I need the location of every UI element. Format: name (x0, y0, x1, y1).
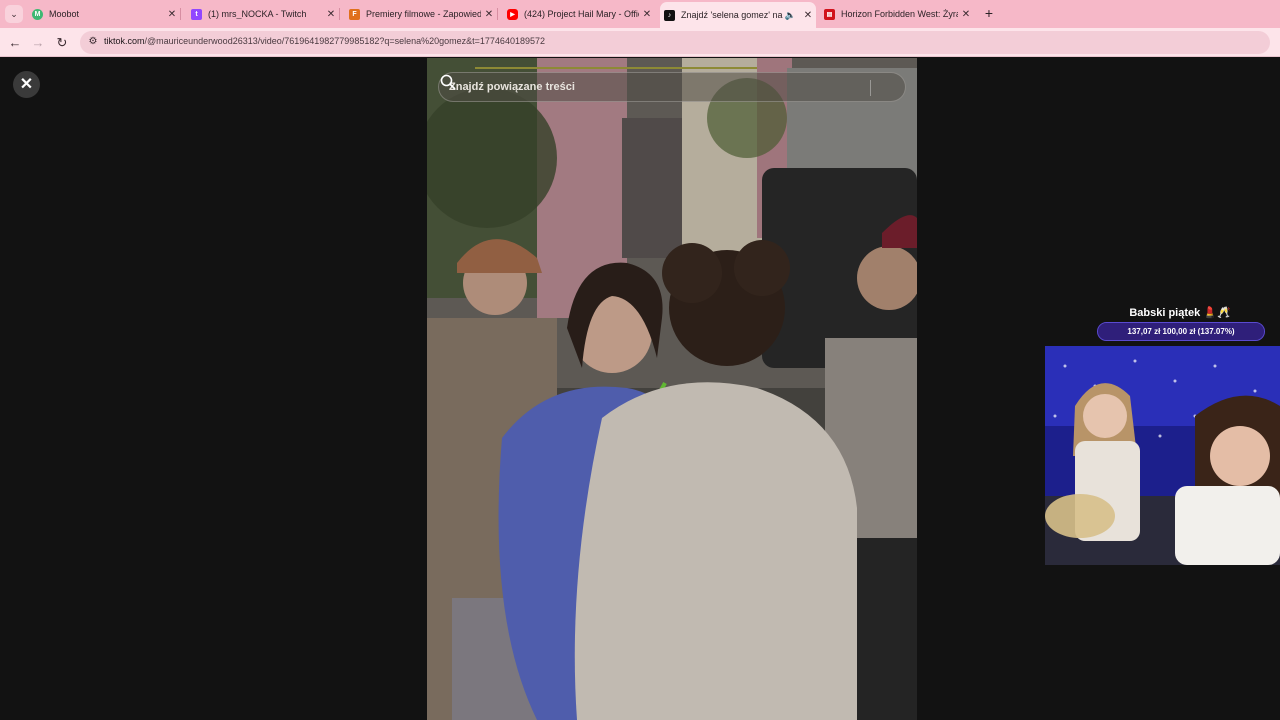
speaker-icon[interactable]: 🔈 (785, 10, 796, 21)
search-placeholder: Znajdź powiązane treści (449, 81, 575, 93)
stream-goal-title: Babski piątek 💄🥂 (1129, 307, 1231, 319)
twitch-favicon-icon: t (191, 8, 202, 20)
video-progress-bar (475, 67, 757, 69)
close-tab-icon[interactable]: ✕ (164, 9, 180, 20)
new-tab-plus-icon[interactable]: + (980, 4, 998, 22)
search-icon[interactable] (439, 73, 457, 91)
video-player[interactable]: Znajdź powiązane treści (427, 58, 917, 720)
youtube-favicon-icon: ▶ (507, 8, 518, 20)
tab-title: Premiery filmowe - Zapowiedzi (366, 9, 481, 19)
close-tab-icon[interactable]: ✕ (639, 9, 655, 20)
tab-separator (180, 8, 181, 20)
close-tab-icon[interactable]: ✕ (481, 9, 497, 20)
tab-twitch[interactable]: t (1) mrs_NOCKA - Twitch ✕ (187, 3, 340, 25)
tab-youtube-project-hail-mary[interactable]: ▶ (424) Project Hail Mary - Officia ✕ (503, 3, 655, 25)
stream-goal-progress-bar: 137,07 zł 100,00 zł (137.07%) (1097, 322, 1265, 341)
address-bar[interactable]: ⚙ tiktok.com/@mauriceunderwood26313/vide… (80, 31, 1270, 54)
url-path: /@mauriceunderwood26313/video/7619641982… (144, 36, 545, 46)
tab-premiery-filmowe[interactable]: F Premiery filmowe - Zapowiedzi ✕ (345, 3, 498, 25)
tab-strip: ⌄ M Moobot ✕ t (1) mrs_NOCKA - Twitch ✕ … (0, 0, 1280, 28)
tiktok-video-viewer: ✕ Znajdź powiązane treści Babski piątek … (0, 58, 1280, 720)
moobot-favicon-icon: M (32, 8, 43, 20)
tab-moobot[interactable]: M Moobot ✕ (28, 3, 181, 25)
tab-title: (424) Project Hail Mary - Officia (524, 9, 639, 19)
webcam-frame-image (1045, 346, 1280, 565)
video-frame-image (427, 58, 917, 720)
back-arrow-left-icon[interactable]: ← (6, 34, 24, 52)
url-text[interactable]: tiktok.com/@mauriceunderwood26313/video/… (104, 36, 545, 46)
tab-title: (1) mrs_NOCKA - Twitch (208, 9, 307, 19)
tab-separator (497, 8, 498, 20)
navigation-bar: ← → ↻ ⚙ tiktok.com/@mauriceunderwood2631… (0, 28, 1280, 57)
close-icon[interactable]: ✕ (13, 71, 40, 98)
related-content-search-input[interactable]: Znajdź powiązane treści (438, 72, 906, 102)
tab-title: Horizon Forbidden West: Żyraf (841, 9, 958, 19)
close-tab-icon[interactable]: ✕ (800, 10, 816, 21)
tiktok-favicon-icon: ♪ (664, 9, 675, 21)
tab-horizon-forbidden-west[interactable]: ▤ Horizon Forbidden West: Żyraf ✕ (820, 3, 974, 25)
tab-separator (339, 8, 340, 20)
reload-icon[interactable]: ↻ (53, 34, 71, 52)
news-favicon-icon: ▤ (824, 8, 835, 20)
site-info-tune-icon[interactable]: ⚙ (86, 35, 100, 49)
tab-title: Moobot (49, 9, 80, 19)
close-tab-icon[interactable]: ✕ (958, 9, 974, 20)
streamer-webcam (1045, 346, 1280, 565)
tab-tiktok-selena-gomez[interactable]: ♪ Znajdź 'selena gomez' na Ti 🔈 ✕ (660, 2, 816, 28)
tab-search-chevron-down-icon[interactable]: ⌄ (5, 5, 23, 23)
url-host: tiktok.com (104, 36, 145, 46)
forward-arrow-right-icon[interactable]: → (29, 34, 47, 52)
search-divider (870, 80, 871, 96)
filmweb-favicon-icon: F (349, 8, 360, 20)
close-tab-icon[interactable]: ✕ (323, 9, 339, 20)
tab-title: Znajdź 'selena gomez' na Ti (681, 10, 785, 20)
stream-goal-text: 137,07 zł 100,00 zł (137.07%) (1127, 327, 1235, 336)
